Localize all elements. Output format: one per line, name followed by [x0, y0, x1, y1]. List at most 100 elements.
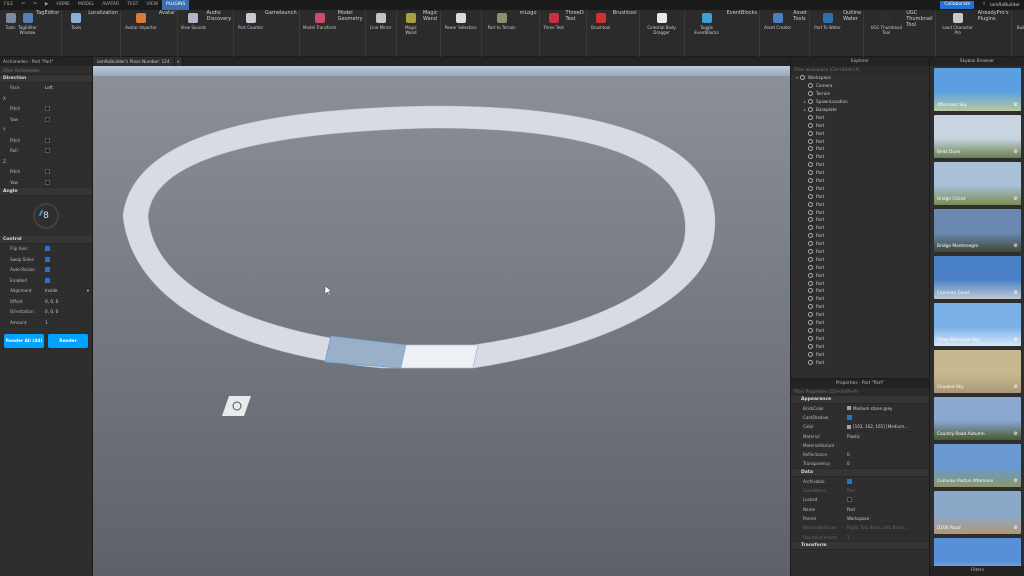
tree-item-part[interactable]: Part [791, 303, 929, 311]
3d-viewport[interactable] [93, 66, 790, 576]
axis-option-row[interactable]: Roll [0, 146, 92, 157]
tree-item-part[interactable]: Part [791, 327, 929, 335]
ribbon-button[interactable]: TagEditor Window [18, 10, 37, 57]
property-row[interactable]: MaterialVariant [791, 441, 929, 451]
document-tab[interactable]: iamRoBuilder's Place Number: 124 [93, 57, 175, 66]
tree-item-part[interactable]: Part [791, 255, 929, 263]
property-value[interactable]: 0 [847, 452, 850, 457]
checkbox[interactable] [847, 414, 852, 420]
tree-item-part[interactable]: Part [791, 208, 929, 216]
property-value[interactable]: 0 [847, 461, 850, 466]
offset-value[interactable]: 0, 0, 0 [45, 299, 58, 304]
tree-item-part[interactable]: Part [791, 216, 929, 224]
skybox-thumbnail[interactable]: Bridge Montenegro ⚙ [934, 209, 1021, 252]
tree-item-part[interactable]: Part [791, 113, 929, 121]
offset-row[interactable]: Offset 0, 0, 0 [0, 297, 92, 307]
menu-tab-plugins[interactable]: PLUGINS [162, 0, 190, 10]
tree-item-part[interactable]: Part [791, 319, 929, 327]
tree-item-part[interactable]: Part [791, 240, 929, 248]
ribbon-button[interactable]: Asset Creator [762, 10, 793, 57]
tree-item-part[interactable]: Part [791, 121, 929, 129]
tree-item-part[interactable]: Part [791, 224, 929, 232]
skybox-thumbnail[interactable]: Country Road Autumn ⚙ [934, 397, 1021, 440]
share-icon[interactable]: ⇪ [978, 0, 990, 10]
ribbon-button[interactable]: Avatar Importer [123, 10, 159, 57]
checkbox[interactable] [45, 148, 50, 154]
user-name[interactable]: iamRoBuilder [990, 3, 1020, 8]
tree-item[interactable]: ▾ Workspace [791, 74, 929, 82]
property-row[interactable]: BrickColor Medium stone grey [791, 404, 929, 414]
ribbon-button[interactable]: Part Counter [236, 10, 265, 57]
ribbon-button[interactable]: View Sounds [180, 10, 206, 57]
ribbon-button[interactable]: Line Mirror [368, 10, 394, 57]
tree-item-part[interactable]: Part [791, 358, 929, 366]
ribbon-button[interactable]: UGC Thumbnail Tool [866, 10, 906, 57]
direction-section[interactable]: Direction [0, 75, 92, 83]
skybox-filters-button[interactable]: Filters [930, 566, 1024, 576]
checkbox[interactable] [45, 116, 50, 122]
angle-section[interactable]: Angle [0, 188, 92, 196]
gear-icon[interactable]: ⚙ [1014, 102, 1018, 108]
property-row[interactable]: Color [163, 162, 165] [Medium... [791, 423, 929, 432]
tree-item-part[interactable]: Part [791, 137, 929, 145]
control-row[interactable]: Flip Axis [0, 244, 92, 255]
property-row[interactable]: Material Plastic [791, 432, 929, 442]
property-row[interactable]: CastShadow [791, 413, 929, 423]
ribbon-button[interactable]: Celestial Body Dragger [642, 10, 682, 57]
skybox-thumbnail[interactable]: Clouded Sky ⚙ [934, 350, 1021, 393]
appearance-section[interactable]: Appearance [791, 396, 929, 404]
orientation-row[interactable]: Orientation 0, 0, 0 [0, 307, 92, 318]
menu-tab-home[interactable]: HOME [52, 0, 74, 10]
menu-tab-avatar[interactable]: AVATAR [98, 0, 123, 10]
tree-item-part[interactable]: Part [791, 192, 929, 200]
tree-item[interactable]: ▸ Baseplate [791, 106, 929, 114]
control-row[interactable]: Auto-Resize [0, 265, 92, 276]
checkbox[interactable] [45, 106, 50, 112]
gear-icon[interactable]: ⚙ [1014, 478, 1018, 484]
tree-item[interactable]: Camera [791, 82, 929, 90]
checkbox[interactable] [45, 256, 50, 262]
tree-item[interactable]: ▸ SpawnLocation [791, 98, 929, 106]
skybox-thumbnail[interactable]: D106 Road ⚙ [934, 491, 1021, 534]
control-section[interactable]: Control [0, 236, 92, 244]
ribbon-button[interactable]: Part To Water [812, 10, 843, 57]
ribbon-button[interactable]: Three Text [542, 10, 566, 57]
property-value[interactable]: Medium stone grey [847, 406, 892, 411]
axis-option-row[interactable]: Yaw [0, 178, 92, 188]
tree-item-part[interactable]: Part [791, 350, 929, 358]
ribbon-button[interactable]: Building Tools by F3X [1014, 10, 1024, 57]
gear-icon[interactable]: ⚙ [1014, 337, 1018, 343]
control-row[interactable]: Swap Sides [0, 255, 92, 265]
archimedes-filter[interactable]: Filter Archimedes [0, 66, 92, 75]
tree-item-part[interactable]: Part [791, 287, 929, 295]
axis-option-row[interactable]: Pitch [0, 167, 92, 178]
property-row[interactable]: ClassName Part [791, 486, 929, 496]
property-row[interactable]: Locked [791, 496, 929, 505]
tree-item-part[interactable]: Part [791, 145, 929, 153]
property-value[interactable]: 1 [847, 535, 850, 540]
property-row[interactable]: Name Part [791, 505, 929, 515]
property-value[interactable]: Part [847, 488, 855, 493]
skybox-thumbnail[interactable]: Clear Afternoon Sky ⚙ [934, 303, 1021, 346]
property-row[interactable]: ResizeableFaces Right, Top, Back, Left, B… [791, 524, 929, 533]
menu-tab-model[interactable]: MODEL [74, 0, 98, 10]
control-row[interactable]: Enabled [0, 276, 92, 286]
property-row[interactable]: Archivable [791, 477, 929, 487]
gear-icon[interactable]: ⚙ [1014, 243, 1018, 249]
angle-dial[interactable]: 8 [33, 203, 59, 229]
axis-header-y[interactable]: Y [0, 125, 92, 136]
axis-option-row[interactable]: Pitch [0, 136, 92, 146]
tree-item-part[interactable]: Part [791, 248, 929, 256]
gear-icon[interactable]: ⚙ [1014, 149, 1018, 155]
ribbon-button[interactable]: Magic Wand [399, 10, 423, 57]
ribbon-button[interactable]: Load Character Pro [938, 10, 978, 57]
ring-part-segment[interactable] [400, 344, 479, 369]
checkbox[interactable] [847, 497, 852, 503]
tree-item-part[interactable]: Part [791, 279, 929, 287]
close-icon[interactable]: × [174, 57, 184, 66]
property-value[interactable]: Plastic [847, 434, 860, 439]
ribbon-button[interactable]: Power Selectors [443, 10, 479, 57]
property-value[interactable]: Workspace [847, 516, 869, 521]
tree-item[interactable]: Terrain [791, 90, 929, 98]
ribbon-button[interactable]: Model Transform [302, 10, 338, 57]
